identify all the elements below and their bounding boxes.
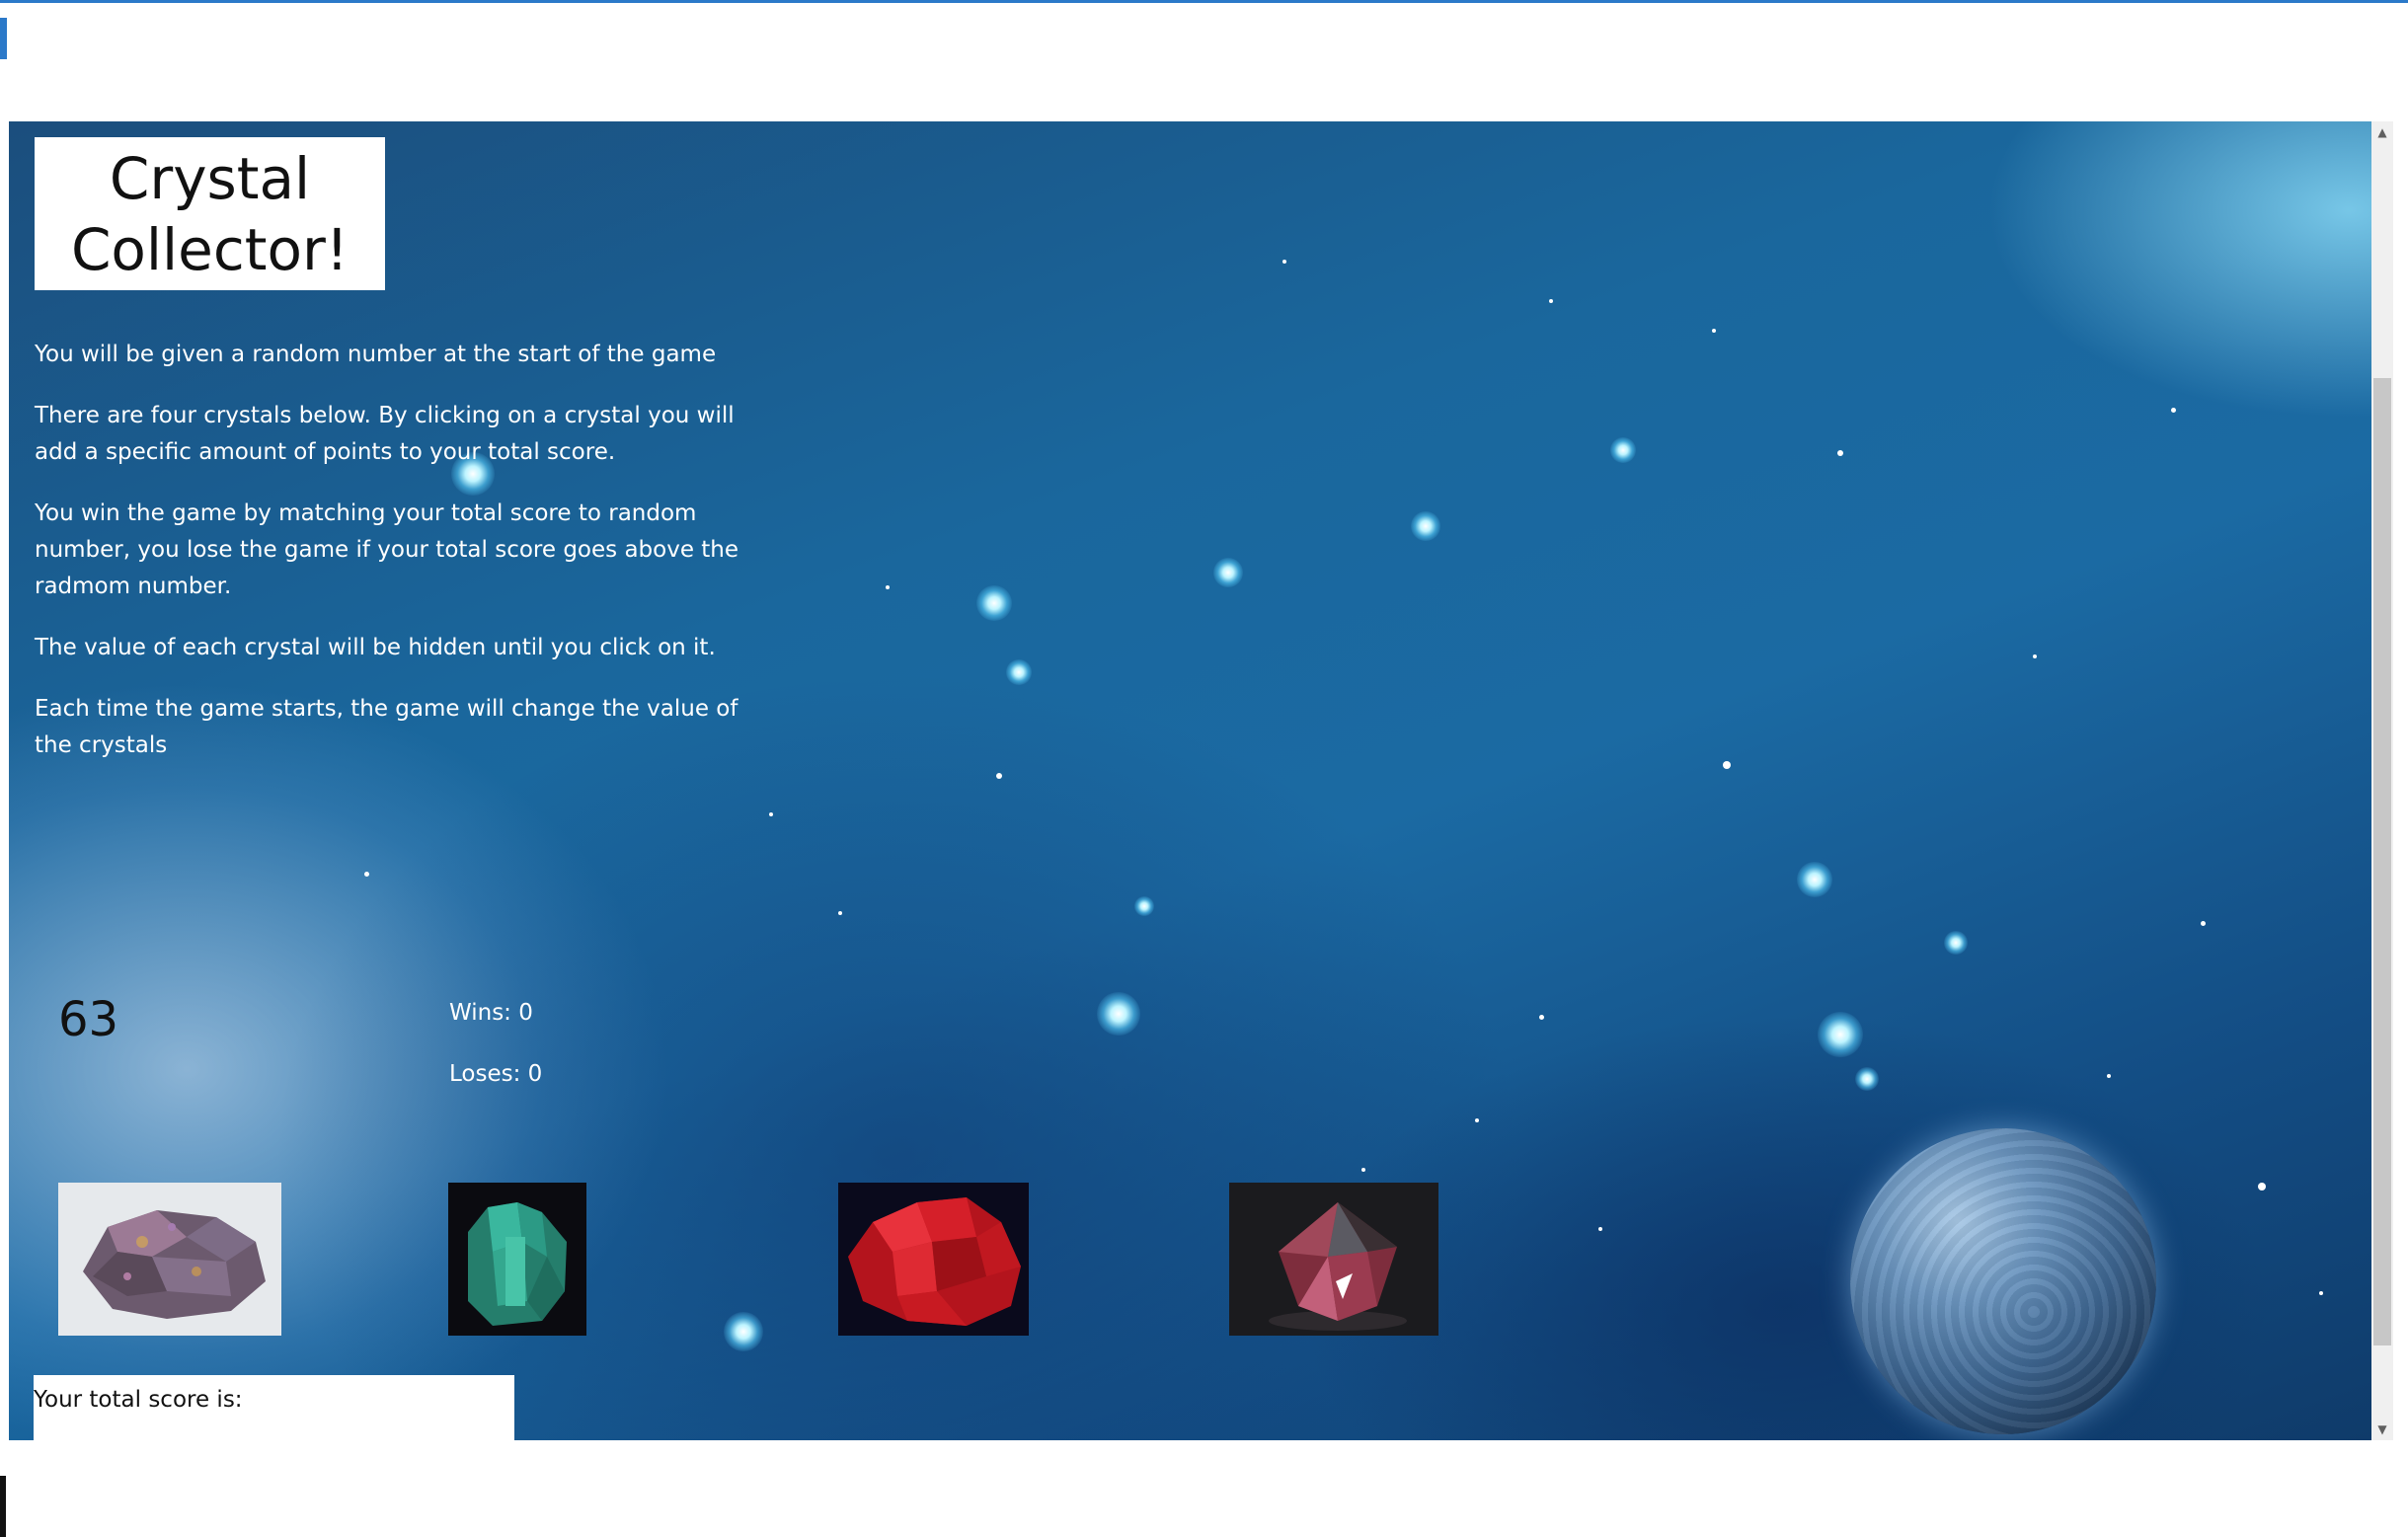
star [1712, 329, 1716, 333]
crystal-button-2[interactable] [448, 1183, 586, 1336]
star [769, 812, 773, 816]
total-score-box: Your total score is: [34, 1375, 514, 1440]
window-edge-dark [0, 1476, 6, 1537]
star [2258, 1183, 2266, 1191]
star-glow [1818, 1012, 1863, 1057]
instruction-text: Each time the game starts, the game will… [35, 696, 738, 758]
scroll-down-icon[interactable]: ▼ [2371, 1419, 2393, 1440]
star [2201, 921, 2206, 926]
scroll-up-icon[interactable]: ▲ [2371, 121, 2393, 143]
page-title: Crystal Collector! [70, 144, 350, 283]
crystal-button-3[interactable] [838, 1183, 1029, 1336]
star-glow [1097, 992, 1140, 1036]
scrollbar-thumb[interactable] [2373, 378, 2391, 1345]
amazonite-crystal-image [448, 1183, 586, 1336]
wins-counter: Wins: 0 [449, 1000, 533, 1026]
window-edge-accent [0, 18, 7, 59]
star-glow [1797, 862, 1832, 897]
star-glow [1213, 558, 1243, 587]
vertical-scrollbar[interactable]: ▲ ▼ [2371, 121, 2393, 1440]
star [1598, 1227, 1602, 1231]
game-page: Crystal Collector! You will be given a r… [9, 121, 2371, 1440]
instruction-text: You will be given a random number at the… [35, 342, 717, 367]
star [1282, 260, 1286, 264]
star [838, 911, 842, 915]
star [2107, 1074, 2111, 1078]
star [1475, 1118, 1479, 1122]
star [2033, 654, 2037, 658]
page-top-blank [9, 3, 2408, 121]
star [1539, 1015, 1544, 1020]
star [996, 773, 1002, 779]
bornite-crystal-image [58, 1183, 281, 1336]
title-box: Crystal Collector! [35, 137, 385, 290]
star [1361, 1168, 1365, 1172]
planet-image [1850, 1128, 2156, 1434]
instructions: You will be given a random number at the… [35, 337, 760, 789]
star-glow [1134, 896, 1154, 916]
star [886, 585, 890, 589]
star-glow [724, 1312, 763, 1351]
star-glow [1855, 1067, 1879, 1091]
crystal-button-1[interactable] [58, 1183, 281, 1336]
star-glow [1610, 437, 1636, 463]
star-glow [1006, 659, 1032, 685]
star [1549, 299, 1553, 303]
instruction-text: The value of each crystal will be hidden… [35, 635, 716, 660]
garnet-crystal-image [1229, 1183, 1438, 1336]
star-glow [1944, 931, 1968, 955]
star [2319, 1291, 2323, 1295]
star [1723, 761, 1731, 769]
instruction-text: You win the game by matching your total … [35, 500, 739, 599]
star [2171, 408, 2176, 413]
loses-counter: Loses: 0 [449, 1061, 543, 1087]
random-target-number: 63 [58, 992, 119, 1047]
browser-window: Crystal Collector! You will be given a r… [0, 0, 2408, 1537]
total-score-label: Your total score is: [34, 1387, 243, 1413]
star-glow [1411, 511, 1440, 541]
star-glow [976, 585, 1012, 621]
instruction-text: There are four crystals below. By clicki… [35, 403, 735, 465]
star [1837, 450, 1843, 456]
red-crystal-image [838, 1183, 1029, 1336]
star [364, 872, 369, 877]
crystal-button-4[interactable] [1229, 1183, 1438, 1336]
